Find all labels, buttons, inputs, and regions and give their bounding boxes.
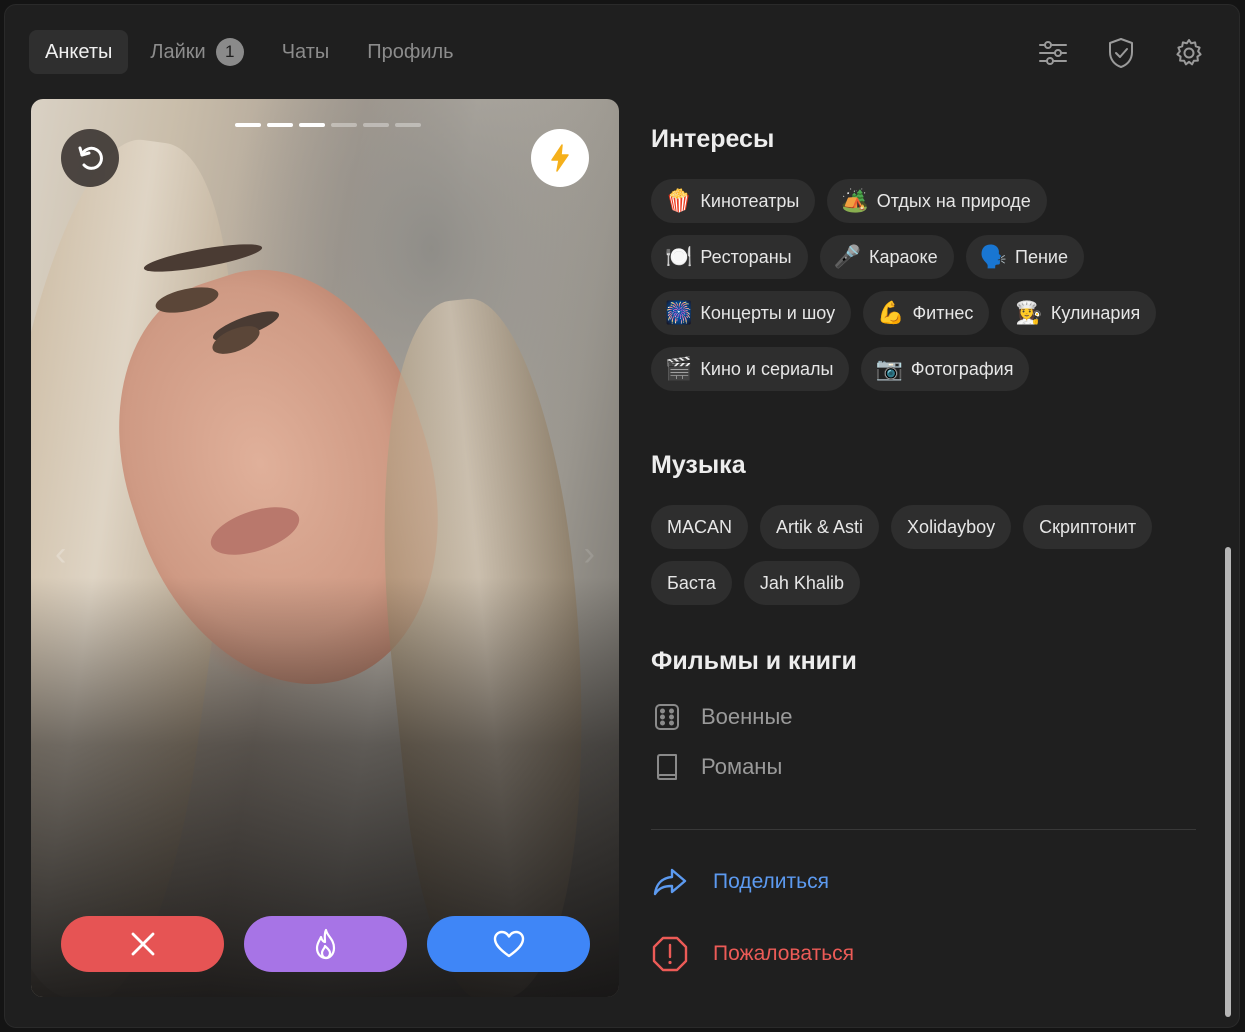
profile-photo-card[interactable]: ‹ ›	[31, 99, 619, 997]
interest-emoji-icon: 👩‍🍳	[1015, 300, 1043, 326]
photo-progress-dot[interactable]	[363, 123, 389, 127]
interest-chip-label: Фотография	[910, 358, 1014, 379]
interest-emoji-icon: 🍽️	[665, 244, 693, 270]
interest-emoji-icon: 🍿	[665, 188, 693, 214]
rewind-button[interactable]	[61, 129, 119, 187]
interest-chip[interactable]: 📷 Фотография	[861, 347, 1030, 391]
tab-profile[interactable]: Профиль	[351, 30, 469, 74]
tab-label: Лайки	[150, 40, 206, 63]
photo-progress-dot[interactable]	[267, 123, 293, 127]
music-chip[interactable]: Jah Khalib	[743, 561, 860, 605]
scrollbar-thumb[interactable]	[1225, 547, 1231, 1017]
top-tabs: Анкеты Лайки 1 Чаты Профиль	[29, 29, 470, 75]
report-label: Пожаловаться	[713, 942, 855, 965]
interest-chip[interactable]: 💪 Фитнес	[863, 291, 990, 335]
app-window: Анкеты Лайки 1 Чаты Профиль ‹ › Интересы…	[4, 4, 1240, 1028]
superlike-button[interactable]	[244, 916, 407, 972]
film-item-novels: Романы	[651, 753, 782, 781]
photo-progress-dot[interactable]	[395, 123, 421, 127]
music-chip[interactable]: Xolidayboy	[891, 505, 1012, 549]
tab-likes[interactable]: Лайки 1	[134, 30, 259, 74]
interest-chip[interactable]: 🎬 Кино и сериалы	[651, 347, 850, 391]
swipe-actions	[61, 916, 590, 972]
interest-emoji-icon: 💪	[877, 300, 905, 326]
shield-check-icon[interactable]	[1101, 33, 1141, 73]
rewind-icon	[78, 146, 103, 170]
interest-chip[interactable]: 🗣️ Пение	[965, 235, 1084, 279]
scrollbar[interactable]	[1223, 101, 1233, 1026]
music-title: Музыка	[651, 451, 746, 479]
interest-chip[interactable]: 👩‍🍳 Кулинария	[1001, 291, 1157, 335]
interest-emoji-icon: 🏕️	[841, 188, 869, 214]
music-chip[interactable]: MACAN	[651, 505, 749, 549]
interest-chip[interactable]: 🏕️ Отдых на природе	[827, 179, 1047, 223]
report-button[interactable]: Пожаловаться	[651, 936, 854, 972]
dislike-button[interactable]	[61, 916, 224, 972]
interest-emoji-icon: 🎆	[665, 300, 693, 326]
flame-icon	[315, 928, 335, 960]
interest-chip-label: Кулинария	[1050, 302, 1141, 323]
share-button[interactable]: Поделиться	[651, 867, 829, 897]
interest-chip[interactable]: 🍿 Кинотеатры	[651, 179, 816, 223]
share-arrow-icon	[651, 867, 689, 897]
interest-chip[interactable]: 🍽️ Рестораны	[651, 235, 808, 279]
interest-chip-label: Кинотеатры	[700, 190, 800, 211]
interest-emoji-icon: 🗣️	[979, 244, 1008, 270]
interest-chip-label: Пение	[1015, 246, 1068, 267]
film-item-label: Военные	[701, 704, 793, 729]
interest-chip-label: Кино и сериалы	[700, 358, 834, 379]
interests-title: Интересы	[651, 125, 775, 153]
films-title: Фильмы и книги	[651, 647, 857, 675]
music-chip[interactable]: Скриптонит	[1023, 505, 1153, 549]
filter-sliders-icon[interactable]	[1033, 33, 1073, 73]
interest-chip-label: Отдых на природе	[876, 190, 1031, 211]
interest-emoji-icon: 📷	[875, 356, 903, 382]
interest-emoji-icon: 🎬	[665, 356, 693, 382]
tab-label: Профиль	[367, 40, 454, 63]
gear-icon[interactable]	[1169, 33, 1209, 73]
divider	[651, 829, 1196, 830]
photo-progress-dot[interactable]	[299, 123, 325, 127]
prev-photo-arrow-icon[interactable]: ‹	[55, 535, 66, 574]
interest-chip-label: Концерты и шоу	[700, 302, 836, 323]
photo-progress	[235, 123, 421, 127]
music-chip[interactable]: Баста	[651, 561, 732, 605]
interest-chip[interactable]: 🎆 Концерты и шоу	[651, 291, 852, 335]
dice-icon	[651, 703, 683, 731]
next-photo-arrow-icon[interactable]: ›	[584, 535, 595, 574]
tab-label: Чаты	[281, 40, 330, 63]
interest-chip-label: Фитнес	[912, 302, 974, 323]
tab-profiles[interactable]: Анкеты	[29, 30, 129, 74]
interests-list: 🍿 Кинотеатры 🏕️ Отдых на природе 🍽️ Рестораны…	[651, 179, 1211, 391]
heart-icon	[493, 930, 524, 958]
interest-chip-label: Рестораны	[700, 246, 792, 267]
tab-chats[interactable]: Чаты	[266, 30, 346, 74]
warning-octagon-icon	[651, 936, 689, 972]
close-icon	[131, 932, 154, 956]
music-list: MACAN Artik & Asti Xolidayboy Скриптонит Бас…	[651, 505, 1211, 605]
interest-chip[interactable]: 🎤 Караоке	[819, 235, 954, 279]
share-label: Поделиться	[713, 870, 829, 893]
book-icon	[651, 753, 683, 781]
photo-progress-dot[interactable]	[235, 123, 261, 127]
interest-chip-label: Караоке	[869, 246, 938, 267]
boost-button[interactable]	[531, 129, 589, 187]
film-item-label: Романы	[701, 754, 783, 779]
interest-emoji-icon: 🎤	[833, 244, 861, 270]
like-button[interactable]	[427, 916, 590, 972]
tab-label: Анкеты	[45, 40, 113, 63]
likes-count-badge: 1	[215, 38, 244, 66]
lightning-icon	[551, 144, 569, 172]
photo-progress-dot[interactable]	[331, 123, 357, 127]
header-actions	[1033, 33, 1209, 73]
film-item-military: Военные	[651, 703, 793, 731]
music-chip[interactable]: Artik & Asti	[760, 505, 880, 549]
